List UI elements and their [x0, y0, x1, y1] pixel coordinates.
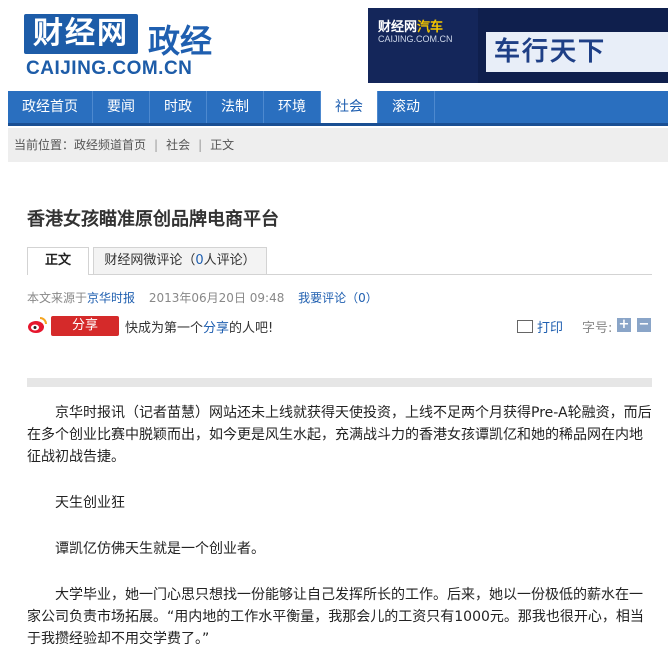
banner-auto-text: 汽车 [417, 20, 444, 35]
article-tabs: 正文 财经网微评论（0人评论） [27, 247, 652, 275]
content-divider [27, 378, 652, 387]
paragraph: 大学毕业，她一门心思只想找一份能够让自己发挥所长的工作。后来，她以一份极低的薪水… [27, 587, 644, 647]
nav-item-society[interactable]: 社会 [321, 91, 378, 123]
printer-icon [517, 320, 533, 333]
comment-link[interactable]: 我要评论（0） [298, 291, 378, 305]
nav-item-environment[interactable]: 环境 [264, 91, 321, 123]
breadcrumb-separator: | [198, 138, 203, 152]
breadcrumb-separator: | [154, 138, 159, 152]
section-name[interactable]: 政经 [148, 16, 212, 62]
nav-item-law[interactable]: 法制 [207, 91, 264, 123]
banner-slogan: 车行天下 [486, 32, 668, 72]
site-domain: CAIJING.COM.CN [26, 58, 193, 79]
main-nav: 政经首页 要闻 时政 法制 环境 社会 滚动 [8, 91, 668, 126]
nav-item-rolling[interactable]: 滚动 [378, 91, 435, 123]
breadcrumb: 当前位置：政经频道首页 | 社会 | 正文 [8, 128, 668, 162]
font-size-label: 字号: [582, 321, 613, 336]
nav-item-politics[interactable]: 时政 [150, 91, 207, 123]
auto-banner-ad[interactable]: 财经网汽车 CAIJING.COM.CN 车行天下 [368, 8, 668, 83]
share-button[interactable]: 分享 [51, 316, 119, 336]
banner-logo: 财经网汽车 [378, 16, 443, 35]
banner-domain: CAIJING.COM.CN [378, 34, 453, 44]
share-prompt-before: 快成为第一个 [125, 321, 204, 336]
publish-date: 2013年06月20日 09:48 [148, 291, 285, 305]
breadcrumb-item-channel[interactable]: 政经频道首页 [74, 138, 146, 152]
paragraph: 天生创业狂 [55, 495, 125, 511]
share-prompt-after: 的人吧! [229, 321, 274, 336]
source-label: 本文来源于 [27, 291, 88, 305]
article-meta: 本文来源于京华时报 2013年06月20日 09:48 我要评论（0） [27, 289, 378, 306]
tab-comments-prefix: 财经网微评论（ [104, 253, 196, 268]
font-decrease-button[interactable]: − [637, 318, 651, 332]
font-increase-button[interactable]: + [617, 318, 631, 332]
share-prompt-link[interactable]: 分享 [203, 321, 229, 336]
paragraph: 京华时报讯（记者苗慧）网站还未上线就获得天使投资，上线不足两个月获得Pre-A轮… [27, 405, 652, 465]
tab-body[interactable]: 正文 [27, 247, 89, 275]
article-body: 京华时报讯（记者苗慧）网站还未上线就获得天使投资，上线不足两个月获得Pre-A轮… [27, 402, 652, 650]
banner-logo-text: 财经网 [378, 20, 418, 35]
print-label: 打印 [537, 321, 564, 336]
tab-comments-suffix: 人评论） [203, 253, 256, 268]
share-prompt: 快成为第一个分享的人吧! [125, 317, 273, 336]
source-link[interactable]: 京华时报 [87, 291, 135, 305]
article-title: 香港女孩瞄准原创品牌电商平台 [27, 209, 279, 230]
site-header: 财经网 政经 CAIJING.COM.CN 财经网汽车 CAIJING.COM.… [0, 0, 668, 90]
paragraph: 谭凯亿仿佛天生就是一个创业者。 [55, 541, 265, 557]
tab-comments[interactable]: 财经网微评论（0人评论） [93, 247, 267, 274]
weibo-icon[interactable] [27, 316, 47, 334]
breadcrumb-label: 当前位置： [14, 138, 75, 152]
breadcrumb-item-society[interactable]: 社会 [166, 138, 190, 152]
breadcrumb-item-current: 正文 [210, 138, 235, 152]
share-bar: 分享 快成为第一个分享的人吧! 打印 字号: + − [27, 315, 655, 337]
print-button[interactable]: 打印 [517, 317, 563, 336]
nav-item-home[interactable]: 政经首页 [8, 91, 93, 123]
nav-item-news[interactable]: 要闻 [93, 91, 150, 123]
tab-comments-count: 0 [195, 253, 204, 268]
site-logo[interactable]: 财经网 [24, 14, 138, 54]
